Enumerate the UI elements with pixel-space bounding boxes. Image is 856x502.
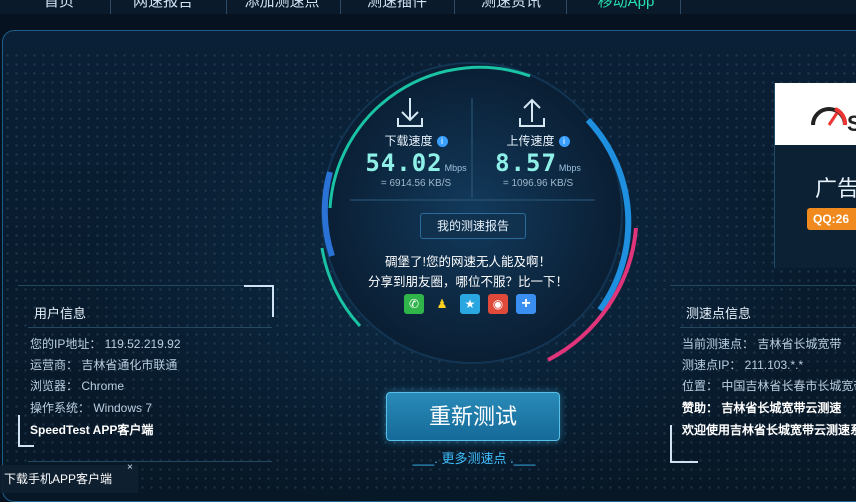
server-info-panel: 测速点信息 当前测速点： 吉林省长城宽带 测速点IP： 211.103.*.* … bbox=[670, 285, 856, 463]
nav-home[interactable]: 首页 bbox=[34, 0, 84, 13]
top-nav: 首页 网速报告 添加测速点 测速插件 测速资讯 移动App bbox=[0, 0, 856, 14]
user-os: 操作系统： Windows 7 bbox=[30, 401, 153, 415]
download-value-row: 54.02 Mbps bbox=[356, 149, 476, 177]
user-ip: 您的IP地址： 119.52.219.92 bbox=[30, 337, 181, 351]
ad-text: 广告 bbox=[815, 176, 856, 201]
nav-divider bbox=[340, 0, 341, 14]
user-info-title: 用户信息 bbox=[34, 306, 87, 321]
nav-speed-report[interactable]: 网速报告 bbox=[118, 0, 208, 13]
download-value: 54.02 bbox=[365, 149, 443, 177]
svg-text:S: S bbox=[847, 111, 856, 136]
upload-title-text: 上传速度 bbox=[506, 134, 555, 148]
user-browser: 浏览器： Chrome bbox=[30, 379, 125, 393]
ad-qq-badge: QQ:26 bbox=[807, 208, 856, 230]
nav-add-point[interactable]: 添加测速点 bbox=[234, 0, 330, 13]
download-speed: 下载速度 i 54.02 Mbps = 6914.56 KB/S bbox=[356, 132, 476, 189]
retest-button[interactable]: 重新测试 bbox=[386, 392, 560, 441]
download-kbs: = 6914.56 KB/S bbox=[380, 178, 452, 189]
wechat-icon[interactable]: ✆ bbox=[404, 294, 424, 314]
ad-logo-area: S bbox=[775, 83, 856, 145]
info-icon[interactable]: i bbox=[436, 136, 448, 148]
nav-mobile-app[interactable]: 移动App bbox=[584, 0, 668, 13]
panel-divider bbox=[28, 327, 272, 328]
download-title-text: 下载速度 bbox=[384, 134, 433, 148]
qq-icon[interactable]: ♟ bbox=[432, 294, 452, 314]
panel-divider bbox=[28, 461, 272, 462]
panel-divider bbox=[670, 285, 856, 286]
nav-divider bbox=[110, 0, 111, 14]
server-info-title: 测速点信息 bbox=[686, 306, 752, 321]
server-location: 位置： 中国吉林省长春市长城宽带 bbox=[682, 379, 856, 393]
upload-title: 上传速度 i bbox=[478, 132, 598, 149]
my-report-button[interactable]: 我的测速报告 bbox=[420, 213, 526, 239]
upload-value-row: 8.57 Mbps bbox=[478, 149, 598, 177]
qzone-icon[interactable]: ★ bbox=[460, 294, 480, 314]
user-info-panel: 用户信息 您的IP地址： 119.52.219.92 运营商： 吉林省通化市联通… bbox=[18, 285, 274, 463]
download-app-bar[interactable]: 下载手机APP客户端 bbox=[0, 465, 138, 493]
more-test-points-link[interactable]: ___. 更多测速点 .___ bbox=[404, 448, 544, 467]
share-row: ✆ ♟ ★ ◉ + bbox=[404, 294, 554, 314]
nav-news[interactable]: 测速资讯 bbox=[466, 0, 556, 13]
corner-bracket bbox=[670, 425, 698, 463]
server-current: 当前测速点： 吉林省长城宽带 bbox=[682, 337, 842, 351]
panel-divider bbox=[18, 285, 244, 286]
weibo-icon[interactable]: ◉ bbox=[488, 294, 508, 314]
upload-value: 8.57 bbox=[495, 149, 557, 177]
upload-unit: Mbps bbox=[558, 163, 581, 173]
download-title: 下载速度 i bbox=[356, 132, 476, 149]
server-ip: 测速点IP： 211.103.*.* bbox=[682, 358, 804, 372]
server-sponsor: 赞助： 吉林省长城宽带云测速 bbox=[682, 401, 842, 415]
server-welcome: 欢迎使用吉林省长城宽带云测速系 bbox=[682, 423, 856, 437]
nav-divider bbox=[566, 0, 567, 14]
app-client-link[interactable]: SpeedTest APP客户端 bbox=[30, 421, 153, 438]
close-icon[interactable]: × bbox=[127, 462, 133, 473]
corner-bracket bbox=[244, 285, 274, 317]
user-isp: 运营商： 吉林省通化市联通 bbox=[30, 358, 178, 372]
nav-divider bbox=[226, 0, 227, 14]
download-unit: Mbps bbox=[444, 163, 467, 173]
speedometer-logo-icon: S bbox=[811, 107, 856, 136]
nav-plugin[interactable]: 测速插件 bbox=[352, 0, 442, 13]
brag-line-2: 分享到朋友圈，哪位不服？比一下！ bbox=[367, 275, 568, 289]
brag-line-1: 碉堡了!您的网速无人能及啊！ bbox=[385, 255, 551, 269]
brag-message: 碉堡了!您的网速无人能及啊！ 分享到朋友圈，哪位不服？比一下！ bbox=[350, 252, 586, 292]
advertisement[interactable]: S 广告 QQ:26 bbox=[774, 83, 856, 268]
upload-kbs: = 1096.96 KB/S bbox=[502, 178, 574, 189]
nav-divider bbox=[680, 0, 681, 14]
nav-divider bbox=[454, 0, 455, 14]
panel-divider bbox=[680, 327, 856, 328]
upload-speed: 上传速度 i 8.57 Mbps = 1096.96 KB/S bbox=[478, 132, 598, 189]
info-icon[interactable]: i bbox=[558, 136, 570, 148]
more-share-icon[interactable]: + bbox=[516, 294, 536, 314]
